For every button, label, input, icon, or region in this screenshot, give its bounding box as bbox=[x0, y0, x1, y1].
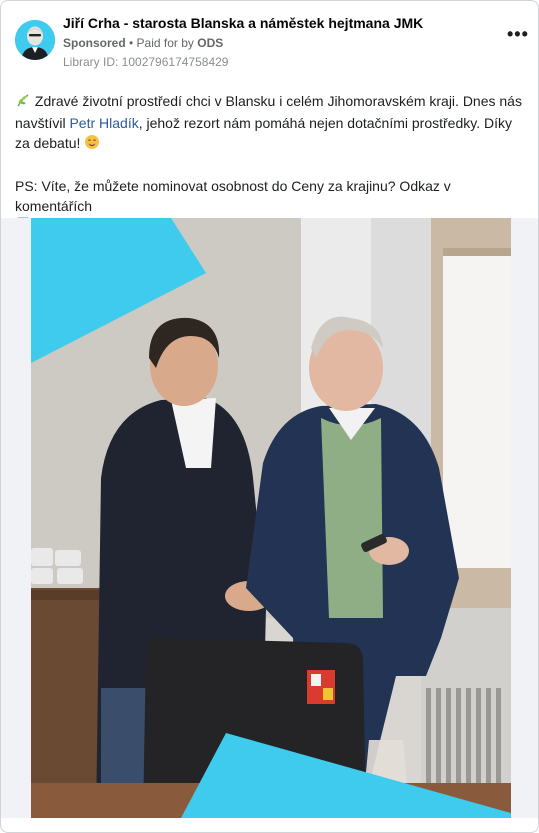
sponsored-label[interactable]: Sponsored bbox=[63, 36, 126, 50]
paid-for-by[interactable]: ODS bbox=[197, 36, 223, 50]
library-id: Library ID: 1002796174758429 bbox=[63, 55, 229, 69]
page-avatar[interactable] bbox=[15, 20, 55, 60]
post-photo[interactable] bbox=[31, 218, 511, 818]
smiling-face-icon bbox=[84, 134, 100, 155]
page-name[interactable]: Jiří Crha - starosta Blanska a náměstek … bbox=[63, 15, 423, 31]
avatar-portrait bbox=[15, 20, 55, 60]
post-text: Zdravé životní prostředí chci v Blansku … bbox=[15, 91, 527, 238]
herb-icon bbox=[15, 92, 31, 113]
post-image-container[interactable] bbox=[1, 218, 538, 818]
photo-illustration bbox=[31, 218, 511, 818]
separator-dot: • bbox=[125, 36, 137, 50]
ad-post-card: Jiří Crha - starosta Blanska a náměstek … bbox=[0, 0, 539, 833]
post-header: Jiří Crha - starosta Blanska a náměstek … bbox=[15, 15, 528, 75]
post-paragraph-1: Zdravé životní prostředí chci v Blansku … bbox=[15, 91, 527, 155]
paid-for-prefix: Paid for by bbox=[136, 36, 198, 50]
sponsored-line: Sponsored • Paid for by ODS bbox=[63, 36, 223, 50]
more-horizontal-icon[interactable]: ••• bbox=[507, 25, 528, 43]
ps-text: PS: Víte, že můžete nominovat osobnost d… bbox=[15, 178, 451, 214]
mention-link[interactable]: Petr Hladík bbox=[69, 115, 138, 131]
